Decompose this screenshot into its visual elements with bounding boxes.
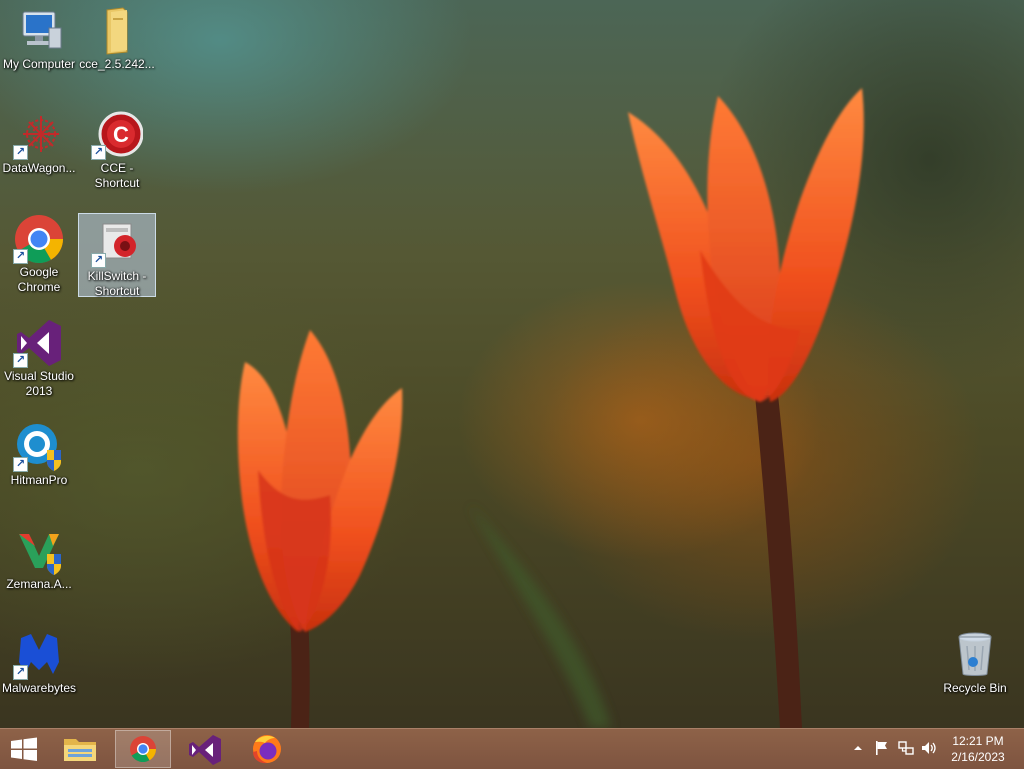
start-button[interactable] — [0, 730, 48, 768]
desktop-icon-my-computer[interactable]: My Computer — [0, 2, 78, 86]
show-hidden-icons-chevron-up-icon[interactable] — [850, 739, 866, 757]
hitmanpro-icon: ↗ — [13, 420, 65, 472]
desktop-icon-hitmanpro[interactable]: ↗ HitmanPro — [0, 418, 78, 502]
shortcut-arrow-icon: ↗ — [13, 457, 28, 472]
chrome-icon — [130, 736, 157, 763]
desktop-icon-label: Zemana.A... — [6, 577, 72, 591]
folder-icon — [91, 4, 143, 56]
file-explorer-icon — [64, 739, 96, 761]
desktop-icon-label: Visual Studio 2013 — [4, 369, 74, 398]
taskbar-chrome-button[interactable] — [115, 730, 171, 768]
shortcut-arrow-icon: ↗ — [13, 145, 28, 160]
computer-icon — [13, 4, 65, 56]
desktop-icon-label: Google Chrome — [17, 265, 61, 294]
clock-date: 2/16/2023 — [951, 750, 1005, 764]
desktop-icon-label: Recycle Bin — [943, 681, 1007, 695]
desktop[interactable]: My Computer cce_2.5.242... ↗ DataWagon..… — [0, 0, 1024, 728]
desktop-icon-label: KillSwitch - Shortcut — [87, 269, 147, 298]
taskbar-file-explorer-button[interactable] — [52, 730, 108, 768]
zemana-icon — [13, 524, 65, 576]
taskbar-visual-studio-button[interactable] — [177, 730, 233, 768]
desktop-icon-killswitch-shortcut[interactable]: ↗ KillSwitch - Shortcut — [78, 213, 156, 298]
desktop-icon-label: Malwarebytes — [1, 681, 77, 695]
killswitch-icon: ↗ — [91, 216, 143, 268]
shortcut-arrow-icon: ↗ — [13, 353, 28, 368]
malwarebytes-icon: ↗ — [13, 628, 65, 680]
desktop-icon-label: DataWagon... — [2, 161, 76, 175]
svg-text:C: C — [113, 122, 129, 147]
desktop-icon-google-chrome[interactable]: ↗ Google Chrome — [0, 210, 78, 294]
taskbar-clock[interactable]: 12:21 PM 2/16/2023 — [946, 733, 1010, 765]
datawagon-icon: ↗ — [13, 108, 65, 160]
comodo-cleaning-essentials-icon: C ↗ — [91, 108, 144, 160]
shortcut-arrow-icon: ↗ — [13, 249, 28, 264]
volume-speaker-icon[interactable] — [921, 739, 937, 757]
clock-time: 12:21 PM — [952, 734, 1004, 748]
desktop-icon-cce-shortcut[interactable]: C ↗ CCE - Shortcut — [78, 106, 156, 190]
desktop-icon-recycle-bin[interactable]: Recycle Bin — [936, 626, 1014, 710]
firefox-icon — [253, 735, 281, 764]
visual-studio-icon — [189, 735, 221, 765]
desktop-icon-label: cce_2.5.242... — [79, 57, 155, 71]
desktop-icon-zemana[interactable]: Zemana.A... — [0, 522, 78, 606]
recycle-bin-icon — [949, 628, 1001, 680]
desktop-icon-visual-studio-2013[interactable]: ↗ Visual Studio 2013 — [0, 314, 78, 398]
desktop-icon-label: My Computer — [2, 57, 76, 71]
shortcut-arrow-icon: ↗ — [91, 145, 106, 160]
shortcut-arrow-icon: ↗ — [13, 665, 28, 680]
network-icon[interactable] — [898, 739, 914, 757]
visual-studio-icon: ↗ — [13, 316, 65, 368]
desktop-icon-label: HitmanPro — [10, 473, 68, 487]
desktop-icon-malwarebytes[interactable]: ↗ Malwarebytes — [0, 626, 78, 710]
action-center-flag-icon[interactable] — [874, 739, 890, 757]
desktop-icon-label: CCE - Shortcut — [94, 161, 140, 190]
taskbar: 12:21 PM 2/16/2023 — [0, 728, 1024, 769]
desktop-icon-cce-folder[interactable]: cce_2.5.242... — [78, 2, 156, 86]
chrome-icon: ↗ — [13, 212, 65, 264]
desktop-icon-datawagon[interactable]: ↗ DataWagon... — [0, 106, 78, 190]
taskbar-firefox-button[interactable] — [239, 730, 295, 768]
windows-logo-icon — [11, 737, 37, 761]
shortcut-arrow-icon: ↗ — [91, 253, 106, 268]
